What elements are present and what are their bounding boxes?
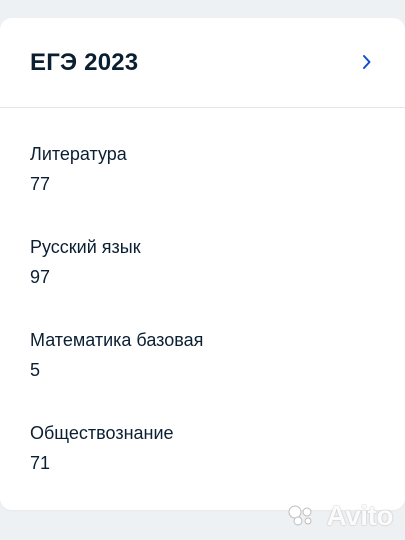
subject-score: 5 xyxy=(30,360,41,380)
card-header[interactable]: ЕГЭ 2023 xyxy=(0,18,405,108)
subject-name: Обществознание xyxy=(30,423,174,443)
subject-name: Русский язык xyxy=(30,237,141,257)
chevron-right-icon[interactable] xyxy=(357,52,377,72)
list-item: Математика базовая 5 xyxy=(30,328,375,382)
subject-score: 97 xyxy=(30,267,51,287)
subject-score: 71 xyxy=(30,453,51,473)
avito-watermark: Avito xyxy=(287,500,394,532)
subject-name: Литература xyxy=(30,144,127,164)
list-item: Обществознание 71 xyxy=(30,421,375,475)
subject-name: Математика базовая xyxy=(30,330,204,350)
exam-results-card: ЕГЭ 2023 Литература 77 Русский язык 97 М… xyxy=(0,18,405,510)
list-item: Литература 77 xyxy=(30,142,375,196)
card-title: ЕГЭ 2023 xyxy=(30,48,139,76)
page: ЕГЭ 2023 Литература 77 Русский язык 97 М… xyxy=(0,0,405,540)
subject-score: 77 xyxy=(30,174,51,194)
subjects-list: Литература 77 Русский язык 97 Математика… xyxy=(0,108,405,475)
watermark-text: Avito xyxy=(326,500,394,531)
list-item: Русский язык 97 xyxy=(30,235,375,289)
avito-logo-icon xyxy=(288,505,312,526)
